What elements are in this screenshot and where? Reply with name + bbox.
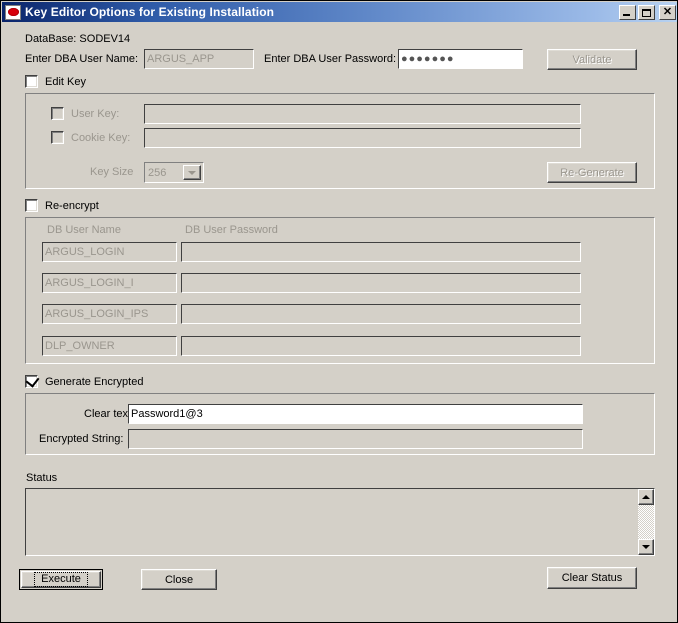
clear-status-button[interactable]: Clear Status bbox=[547, 567, 637, 589]
regenerate-button[interactable]: Re-Generate bbox=[547, 162, 637, 183]
user-key-checkbox[interactable]: User Key: bbox=[51, 107, 119, 120]
maximize-icon bbox=[642, 8, 651, 17]
db-user-password-input-1[interactable] bbox=[181, 242, 581, 262]
db-user-name-input-2[interactable]: ARGUS_LOGIN_I bbox=[42, 273, 177, 293]
cookie-key-checkbox-box[interactable] bbox=[51, 131, 64, 144]
scroll-up-icon bbox=[642, 495, 650, 499]
key-size-label: Key Size bbox=[90, 166, 134, 178]
validate-button[interactable]: Validate bbox=[547, 49, 637, 70]
re-encrypt-checkbox[interactable]: Re-encrypt bbox=[25, 199, 99, 212]
db-user-password-input-3[interactable] bbox=[181, 304, 581, 324]
close-button[interactable]: ✕ bbox=[659, 4, 676, 20]
edit-key-checkbox[interactable]: Edit Key bbox=[25, 75, 86, 88]
dba-user-name-input[interactable]: ARGUS_APP bbox=[144, 49, 254, 69]
close-icon: ✕ bbox=[662, 5, 673, 18]
scroll-down-button[interactable] bbox=[638, 539, 654, 555]
db-user-name-input-1[interactable]: ARGUS_LOGIN bbox=[42, 242, 177, 262]
minimize-button[interactable] bbox=[619, 4, 636, 20]
encrypted-string-label: Encrypted String: bbox=[39, 433, 124, 445]
db-user-password-column-header: DB User Password bbox=[185, 224, 278, 236]
edit-key-checkbox-box[interactable] bbox=[25, 75, 38, 88]
cookie-key-checkbox[interactable]: Cookie Key: bbox=[51, 131, 130, 144]
generate-encrypted-label: Generate Encrypted bbox=[45, 375, 144, 388]
re-encrypt-label: Re-encrypt bbox=[45, 199, 99, 212]
cookie-key-input[interactable] bbox=[144, 128, 581, 148]
user-key-label: User Key: bbox=[71, 107, 120, 120]
db-user-password-input-4[interactable] bbox=[181, 336, 581, 356]
execute-button[interactable]: Execute bbox=[19, 569, 103, 590]
edit-key-label: Edit Key bbox=[45, 75, 86, 88]
oracle-oval-icon bbox=[5, 4, 21, 20]
user-key-input[interactable] bbox=[144, 104, 581, 124]
status-textarea[interactable] bbox=[25, 488, 655, 556]
dba-user-password-input[interactable]: ●●●●●●● bbox=[398, 49, 523, 69]
generate-encrypted-checkbox[interactable]: Generate Encrypted bbox=[25, 373, 144, 388]
database-label: DataBase: SODEV14 bbox=[25, 33, 131, 45]
key-size-value: 256 bbox=[148, 166, 167, 179]
db-user-name-column-header: DB User Name bbox=[47, 224, 121, 236]
dialog-window: Key Editor Options for Existing Installa… bbox=[0, 0, 678, 623]
window-title: Key Editor Options for Existing Installa… bbox=[25, 5, 275, 19]
dba-user-name-label: Enter DBA User Name: bbox=[25, 53, 139, 65]
clear-text-label: Clear text: bbox=[84, 408, 135, 420]
title-bar[interactable]: Key Editor Options for Existing Installa… bbox=[2, 2, 677, 22]
chevron-down-icon[interactable] bbox=[183, 165, 201, 180]
cookie-key-label: Cookie Key: bbox=[71, 131, 131, 144]
clear-text-input[interactable]: Password1@3 bbox=[128, 404, 583, 424]
db-user-name-input-3[interactable]: ARGUS_LOGIN_IPS bbox=[42, 304, 177, 324]
status-scrollbar[interactable] bbox=[638, 489, 654, 555]
scroll-down-icon bbox=[642, 545, 650, 549]
scroll-up-button[interactable] bbox=[638, 489, 654, 505]
user-key-checkbox-box[interactable] bbox=[51, 107, 64, 120]
encrypted-string-input[interactable] bbox=[128, 429, 583, 449]
generate-encrypted-checkbox-box[interactable] bbox=[25, 373, 40, 388]
db-user-password-input-2[interactable] bbox=[181, 273, 581, 293]
status-label: Status bbox=[26, 472, 58, 484]
key-size-dropdown[interactable]: 256 bbox=[144, 162, 204, 183]
minimize-icon bbox=[623, 13, 630, 16]
close-dialog-button[interactable]: Close bbox=[141, 569, 217, 590]
execute-button-label: Execute bbox=[34, 572, 88, 587]
maximize-button[interactable] bbox=[638, 4, 655, 20]
re-encrypt-checkbox-box[interactable] bbox=[25, 199, 38, 212]
check-icon bbox=[25, 373, 40, 388]
db-user-name-input-4[interactable]: DLP_OWNER bbox=[42, 336, 177, 356]
dba-user-password-label: Enter DBA User Password: bbox=[264, 53, 397, 65]
